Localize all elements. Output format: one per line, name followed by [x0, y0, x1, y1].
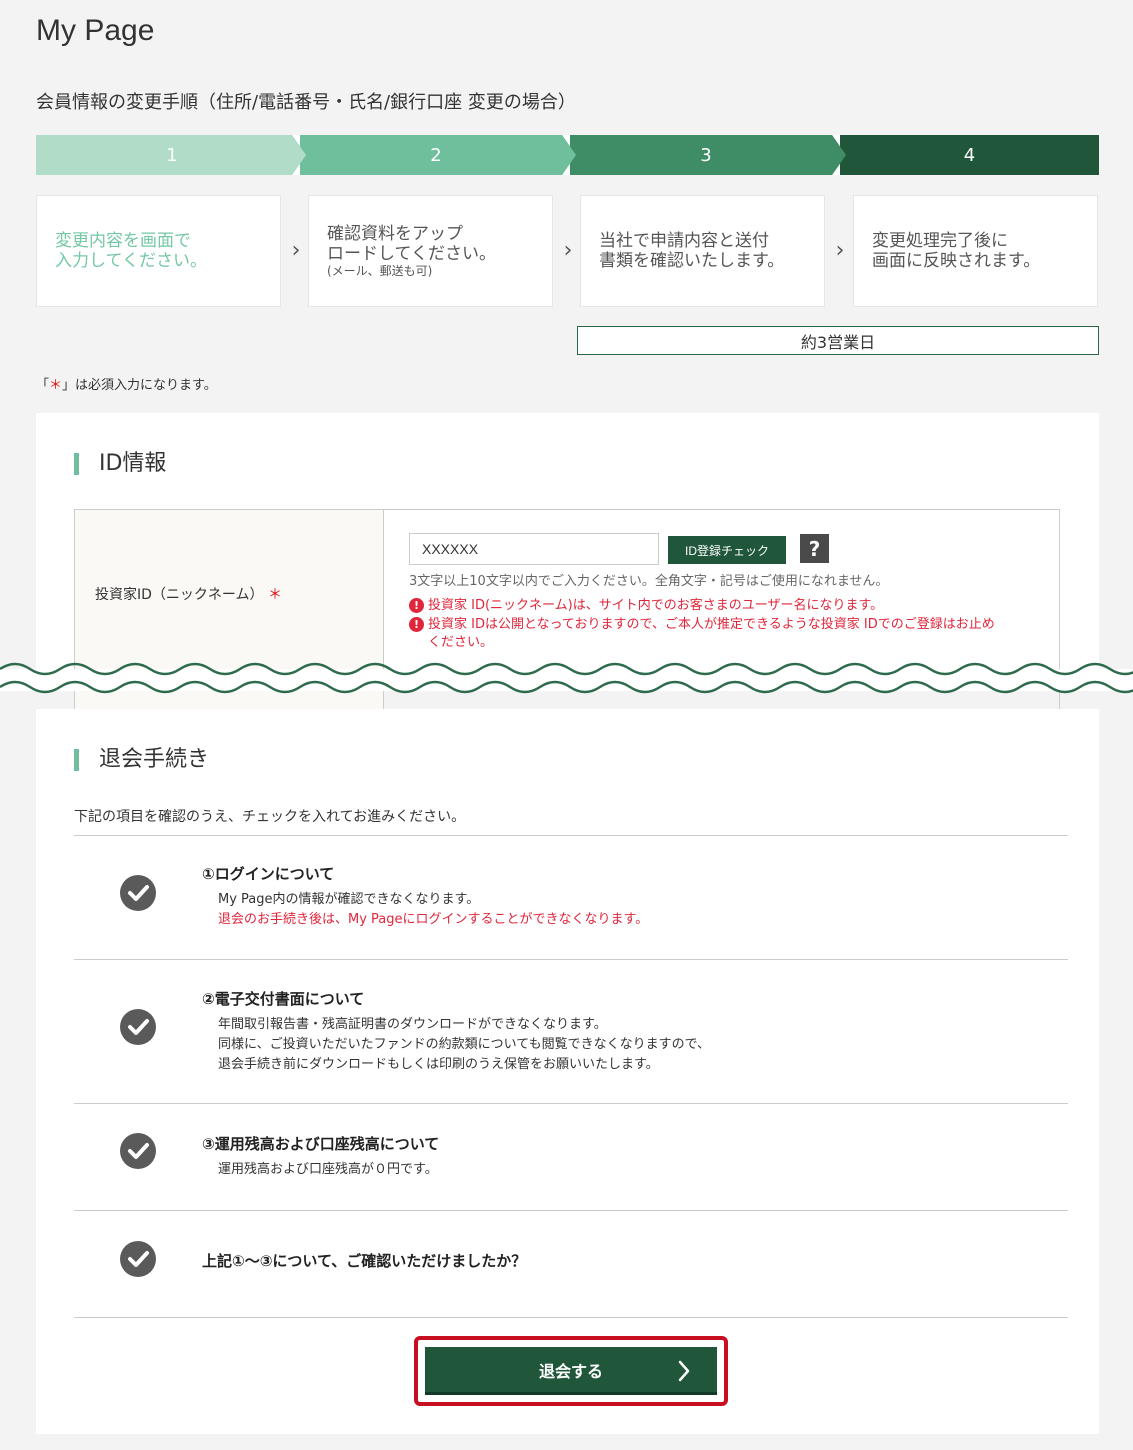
step-arrow-icon [832, 135, 846, 175]
item-title-balance: ③運用残高および口座残高について [202, 1135, 440, 1153]
id-warning-continuation: ください。 [428, 635, 494, 650]
chevron-right-icon: › [291, 238, 301, 263]
item-warning-text: 退会のお手続き後は、My Pageにログインすることができなくなります。 [218, 912, 649, 927]
step-box-text: ロードしてください。 [327, 244, 496, 264]
withdraw-panel: 退会手続き 下記の項目を確認のうえ、チェックを入れてお進みください。 ①ログイン… [36, 709, 1099, 1434]
procedure-subtitle: 会員情報の変更手順（住所/電話番号・氏名/銀行口座 変更の場合） [36, 92, 576, 113]
step-box-review: 当社で申請内容と送付 書類を確認いたします。 [580, 195, 825, 307]
step-box-complete: 変更処理完了後に 画面に反映されます。 [853, 195, 1098, 307]
checkbox-checked-icon[interactable] [120, 875, 156, 911]
step-box-text: 画面に反映されます。 [872, 251, 1041, 271]
withdraw-intro: 下記の項目を確認のうえ、チェックを入れてお進みください。 [74, 809, 466, 825]
step-3: 3 [570, 135, 842, 175]
submit-highlight-frame: 退会する [414, 1336, 728, 1406]
checkbox-checked-icon[interactable] [120, 1133, 156, 1169]
step-arrow-icon [562, 135, 576, 175]
item-text: 運用残高および口座残高が０円です。 [218, 1162, 438, 1177]
step-box-text: 当社で申請内容と送付 [599, 231, 769, 251]
divider [74, 835, 1068, 836]
id-warning-text: 投資家 IDは公開となっておりますので、ご本人が推定できるような投資家 IDでの… [428, 617, 995, 632]
id-input-hint: 3文字以上10文字以内でご入力ください。全角文字・記号はご使用になれません。 [409, 574, 889, 589]
step-box-note: (メール、郵送も可) [327, 264, 433, 278]
chevron-right-icon [678, 1360, 690, 1382]
warning-icon: ! [409, 598, 424, 613]
divider [74, 1210, 1068, 1211]
step-box-upload: 確認資料をアップ ロードしてください。 (メール、郵送も可) [308, 195, 553, 307]
chevron-right-icon: › [835, 238, 845, 263]
investor-id-input[interactable] [409, 533, 659, 565]
withdraw-section-title: 退会手続き [74, 749, 209, 771]
item-title-login: ①ログインについて [202, 865, 335, 883]
step-box-text: 確認資料をアップ [327, 224, 463, 244]
step-box-text: 入力してください。 [55, 251, 207, 271]
id-section-title: ID情報 [74, 453, 166, 475]
business-days-label: 約3営業日 [577, 326, 1099, 355]
withdraw-submit-label: 退会する [538, 1363, 603, 1381]
id-check-button[interactable]: ID登録チェック [668, 536, 786, 564]
id-warning-text: 投資家 ID(ニックネーム)は、サイト内でのお客さまのユーザー名になります。 [428, 598, 884, 613]
divider [74, 1317, 1068, 1318]
step-arrow-icon [292, 135, 306, 175]
id-info-panel: ID情報 投資家ID（ニックネーム） ＊ ID登録チェック ? 3文字以上10文… [36, 413, 1099, 709]
step-box-text: 書類を確認いたします。 [599, 251, 785, 271]
step-1: 1 [36, 135, 308, 175]
step-box-text: 変更処理完了後に [872, 231, 1008, 251]
step-2: 2 [300, 135, 572, 175]
checkbox-checked-icon[interactable] [120, 1009, 156, 1045]
item-text: 同様に、ご投資いただいたファンドの約款類についても閲覧できなくなりますので、 [218, 1037, 711, 1052]
page-title: My Page [36, 14, 155, 47]
help-icon[interactable]: ? [800, 534, 829, 563]
id-warning: ! 投資家 IDは公開となっておりますので、ご本人が推定できるような投資家 ID… [409, 616, 995, 634]
item-text: My Page内の情報が確認できなくなります。 [218, 892, 480, 907]
investor-id-label: 投資家ID（ニックネーム） ＊ [95, 584, 282, 604]
item-title-documents: ②電子交付書面について [202, 990, 365, 1008]
chevron-right-icon: › [563, 238, 573, 263]
checkbox-checked-icon[interactable] [120, 1241, 156, 1277]
item-text: 退会手続き前にダウンロードもしくは印刷のうえ保管をお願いいたします。 [218, 1057, 659, 1072]
item-title-confirm: 上記①～③について、ご確認いただけましたか？ [202, 1252, 527, 1270]
divider [74, 1103, 1068, 1104]
page-cut-wave [0, 662, 1133, 694]
required-note: 「＊」は必須入力になります。 [36, 374, 217, 393]
item-text: 年間取引報告書・残高証明書のダウンロードができなくなります。 [218, 1017, 607, 1032]
required-star: ＊ [49, 378, 63, 393]
step-4: 4 [840, 135, 1099, 175]
required-star: ＊ [267, 587, 282, 603]
step-box-text: 変更内容を画面で [55, 231, 191, 251]
warning-icon: ! [409, 617, 424, 632]
id-warning: ! 投資家 ID(ニックネーム)は、サイト内でのお客さまのユーザー名になります。 [409, 597, 883, 615]
required-note-suffix: 」は必須入力になります。 [62, 378, 217, 393]
step-box-input: 変更内容を画面で 入力してください。 [36, 195, 281, 307]
required-note-prefix: 「 [36, 378, 50, 393]
investor-id-label-text: 投資家ID（ニックネーム） [95, 587, 264, 603]
divider [74, 959, 1068, 960]
withdraw-submit-button[interactable]: 退会する [425, 1347, 717, 1395]
